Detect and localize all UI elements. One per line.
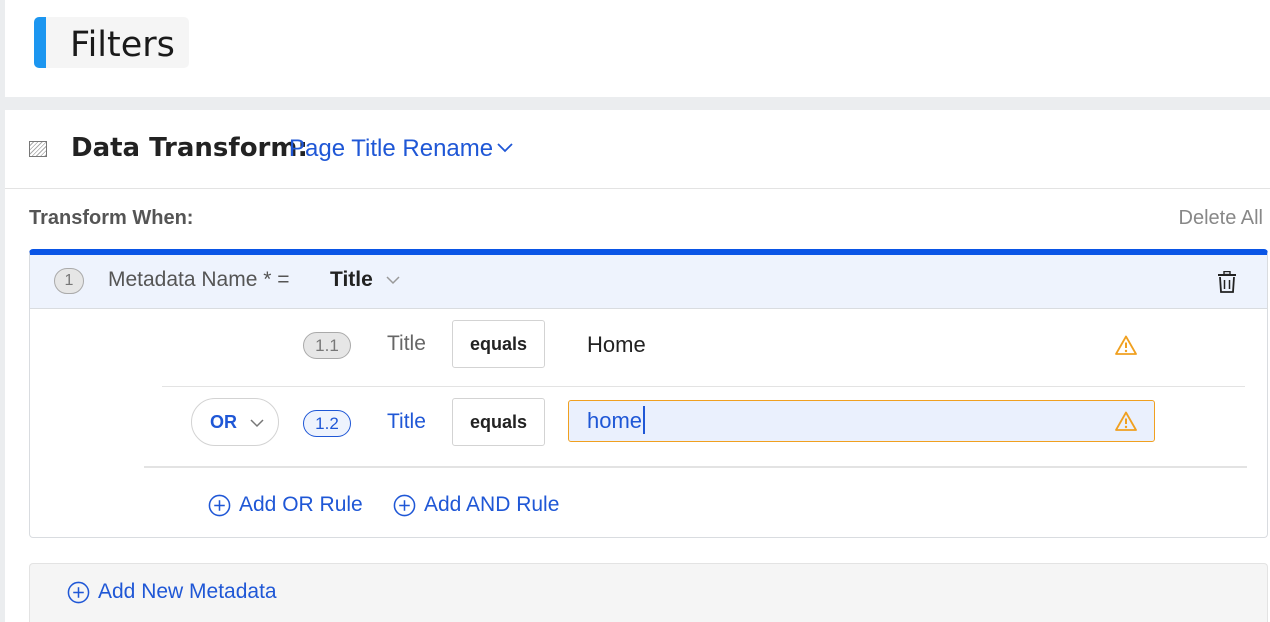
transform-header: Data Transform: Page Title Rename [5, 110, 1270, 189]
sub-rule-row: 1.1 Title equals Home [30, 320, 1267, 384]
transform-icon [29, 141, 47, 157]
sub-rule-value-input[interactable]: home [568, 400, 1155, 442]
operator-select[interactable]: equals [452, 398, 545, 446]
plus-circle-icon [393, 494, 416, 516]
filters-panel: Filters [5, 0, 1270, 97]
sub-rule-number-badge: 1.1 [303, 332, 351, 359]
divider [144, 466, 1247, 468]
add-metadata-bar: Add New Metadata [29, 563, 1268, 622]
transform-label: Data Transform: [71, 133, 308, 163]
add-or-rule-label: Add OR Rule [239, 493, 363, 516]
transform-when-label: Transform When: [29, 207, 194, 229]
add-or-rule-button[interactable]: Add OR Rule [208, 493, 363, 517]
trash-icon[interactable] [1217, 271, 1237, 293]
delete-all-button[interactable]: Delete All [1179, 207, 1264, 230]
add-new-metadata-button[interactable]: Add New Metadata [67, 580, 277, 604]
warning-icon [1115, 411, 1137, 431]
metadata-name-label: Metadata Name * = [108, 268, 290, 291]
connector-label: OR [210, 412, 237, 432]
plus-circle-icon [208, 494, 231, 516]
connector-select[interactable]: OR [191, 398, 279, 446]
chevron-down-icon[interactable] [384, 271, 402, 289]
filters-header: Filters [34, 17, 189, 68]
sub-rule-number-badge: 1.2 [303, 410, 351, 437]
transform-select[interactable]: Page Title Rename [289, 135, 493, 163]
sub-rule-value[interactable]: Home [587, 332, 646, 358]
metadata-select[interactable]: Title [330, 268, 373, 292]
page-title: Filters [70, 25, 175, 65]
transform-card: Data Transform: Page Title Rename Transf… [5, 110, 1270, 622]
plus-circle-icon [67, 581, 90, 603]
filters-accent-bar [34, 17, 46, 68]
text-caret [643, 406, 645, 434]
sub-rule-field: Title [387, 410, 426, 433]
operator-select[interactable]: equals [452, 320, 545, 368]
add-new-metadata-label: Add New Metadata [98, 580, 277, 603]
add-and-rule-button[interactable]: Add AND Rule [393, 493, 559, 517]
rule-group: 1 Metadata Name * = Title 1.1 Title equa… [29, 249, 1268, 538]
warning-icon [1115, 335, 1137, 355]
sub-rule-field: Title [387, 332, 426, 355]
chevron-down-icon [250, 419, 264, 428]
sub-rule-row: OR 1.2 Title equals home [30, 398, 1267, 462]
chevron-down-icon[interactable] [495, 137, 515, 157]
divider [162, 386, 1245, 387]
rule-group-header: 1 Metadata Name * = Title [30, 255, 1267, 309]
rule-number-badge: 1 [54, 268, 84, 294]
add-and-rule-label: Add AND Rule [424, 493, 560, 516]
